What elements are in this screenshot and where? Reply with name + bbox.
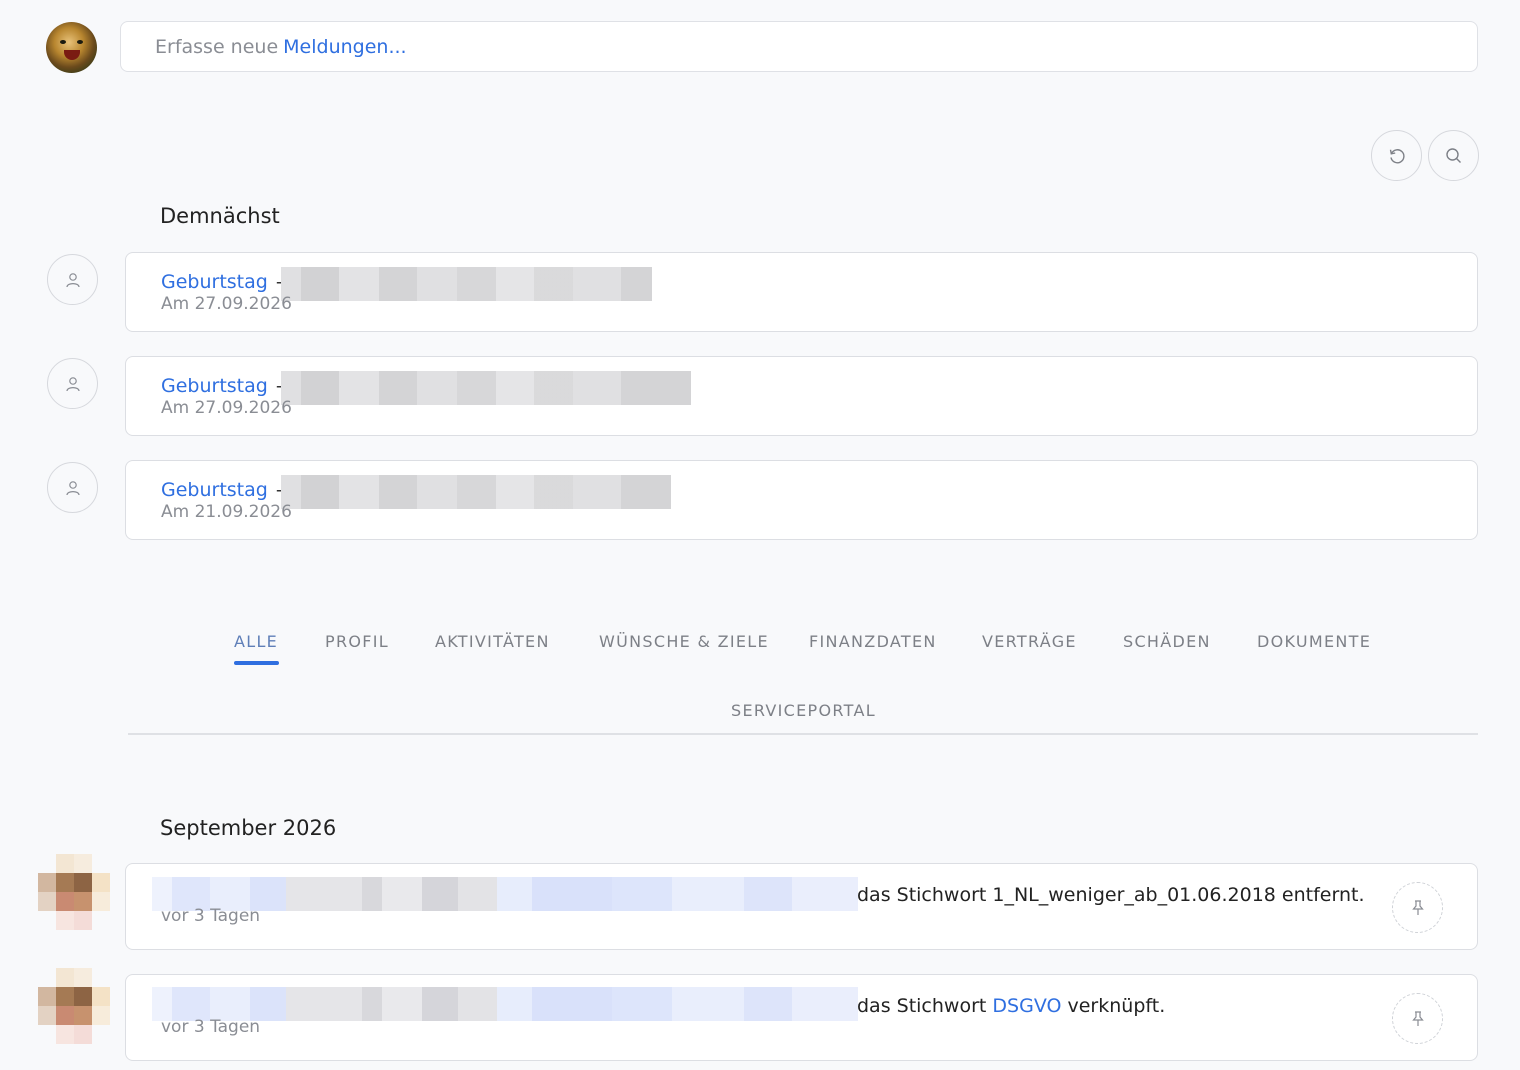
- upcoming-card[interactable]: Geburtstag - Am 27.09.2026: [125, 252, 1478, 332]
- birthday-date: Am 27.09.2026: [161, 398, 292, 418]
- user-avatar[interactable]: [46, 22, 97, 73]
- pin-button[interactable]: [1392, 882, 1443, 933]
- upcoming-card[interactable]: Geburtstag - Am 21.09.2026: [125, 460, 1478, 540]
- contact-avatar: [47, 358, 98, 409]
- tab-vertraege[interactable]: VERTRÄGE: [982, 632, 1077, 651]
- activity-time: vor 3 Tagen: [161, 1017, 261, 1037]
- pin-icon: [1411, 1010, 1424, 1026]
- tabs-divider: [128, 733, 1478, 735]
- tab-wuensche-ziele[interactable]: WÜNSCHE & ZIELE: [599, 632, 769, 651]
- birthday-type[interactable]: Geburtstag: [161, 375, 268, 397]
- composer-prefix: Erfasse neue: [155, 35, 279, 58]
- feed-month-title: September 2026: [160, 816, 337, 840]
- avatar-eye-right: [77, 40, 83, 44]
- redacted-name: [281, 267, 652, 301]
- activity-card[interactable]: das Stichwort 1_NL_weniger_ab_01.06.2018…: [125, 863, 1478, 950]
- tab-alle[interactable]: ALLE: [234, 632, 278, 651]
- tab-serviceportal[interactable]: SERVICEPORTAL: [731, 701, 876, 720]
- upcoming-card[interactable]: Geburtstag - Am 27.09.2026: [125, 356, 1478, 436]
- redacted-name: [281, 371, 691, 405]
- activity-time: vor 3 Tagen: [161, 906, 261, 926]
- upcoming-title: Demnächst: [160, 204, 280, 228]
- avatar-eye-left: [60, 40, 66, 44]
- birthday-title[interactable]: Geburtstag -: [161, 375, 283, 397]
- activity-message-after: verknüpft.: [1067, 995, 1166, 1017]
- birthday-title[interactable]: Geburtstag -: [161, 479, 283, 501]
- keyword-link[interactable]: DSGVO: [992, 995, 1061, 1017]
- birthday-type[interactable]: Geburtstag: [161, 479, 268, 501]
- tab-finanzdaten[interactable]: FINANZDATEN: [809, 632, 937, 651]
- active-tab-indicator: [234, 661, 279, 665]
- person-icon: [65, 272, 80, 287]
- avatar-mouth: [64, 50, 80, 60]
- redacted-author: [152, 987, 858, 1021]
- redacted-name: [281, 475, 671, 509]
- author-avatar[interactable]: [38, 968, 110, 1044]
- search-icon: [1445, 147, 1461, 163]
- refresh-icon: [1389, 148, 1405, 163]
- activity-message: das Stichwort 1_NL_weniger_ab_01.06.2018…: [857, 884, 1365, 906]
- search-button[interactable]: [1428, 130, 1479, 181]
- birthday-title[interactable]: Geburtstag -: [161, 271, 283, 293]
- activity-text: das Stichwort 1_NL_weniger_ab_01.06.2018…: [857, 884, 1364, 906]
- refresh-button[interactable]: [1371, 130, 1422, 181]
- birthday-type[interactable]: Geburtstag: [161, 271, 268, 293]
- person-icon: [65, 376, 80, 391]
- contact-avatar: [47, 254, 98, 305]
- pin-button[interactable]: [1392, 993, 1443, 1044]
- activity-card[interactable]: das Stichwort DSGVO verknüpft. vor 3 Tag…: [125, 974, 1478, 1061]
- birthday-date: Am 21.09.2026: [161, 502, 292, 522]
- contact-avatar: [47, 462, 98, 513]
- tab-aktivitaeten[interactable]: AKTIVITÄTEN: [435, 632, 550, 651]
- activity-message-before: das Stichwort: [857, 995, 987, 1017]
- tab-dokumente[interactable]: DOKUMENTE: [1257, 632, 1371, 651]
- author-avatar[interactable]: [38, 854, 110, 930]
- tab-profil[interactable]: PROFIL: [325, 632, 389, 651]
- person-icon: [65, 480, 80, 495]
- composer-link[interactable]: Meldungen...: [283, 36, 406, 58]
- new-message-input[interactable]: Erfasse neue Meldungen...: [120, 21, 1478, 72]
- birthday-date: Am 27.09.2026: [161, 294, 292, 314]
- tab-schaeden[interactable]: SCHÄDEN: [1123, 632, 1211, 651]
- pin-icon: [1411, 899, 1424, 915]
- activity-text: das Stichwort DSGVO verknüpft.: [857, 995, 1165, 1017]
